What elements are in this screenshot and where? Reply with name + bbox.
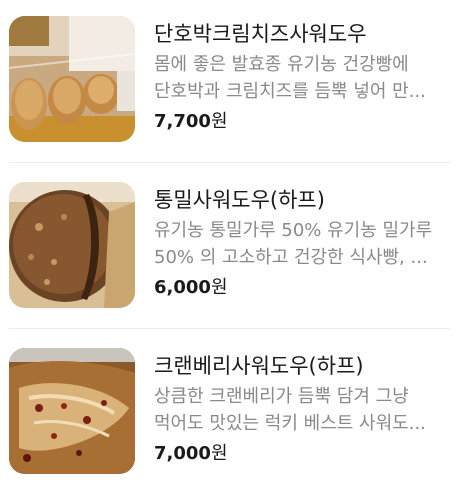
divider [9, 162, 450, 163]
description-line: 먹어도 맛있는 럭키 베스트 사워도... [154, 413, 426, 434]
product-item[interactable]: 통밀사워도우(하프) 유기농 통밀가루 50% 유기농 밀가루 50% 의 고소… [0, 182, 459, 332]
description-line: 유기농 통밀가루 50% 유기농 밀가루 [154, 220, 433, 241]
price-unit: 원 [210, 443, 228, 464]
product-item[interactable]: 크랜베리사워도우(하프) 상큼한 크랜베리가 듬뿍 담겨 그냥 먹어도 맛있는 … [0, 348, 459, 498]
product-image[interactable] [9, 182, 135, 308]
price-amount: 6,000 [154, 277, 211, 298]
wholewheat-loaf-photo-icon [9, 182, 135, 308]
product-price: 6,000원 [154, 275, 453, 301]
product-price: 7,700원 [154, 109, 453, 135]
product-name[interactable]: 크랜베리사워도우(하프) [154, 351, 453, 381]
product-description: 몸에 좋은 발효종 유기농 건강빵에 단호박과 크림치즈를 듬뿍 넣어 만... [154, 51, 453, 105]
price-amount: 7,700 [154, 111, 211, 132]
description-line: 상큼한 크랜베리가 듬뿍 담겨 그냥 [154, 386, 409, 407]
cranberry-bread-photo-icon [9, 348, 135, 474]
product-info: 통밀사워도우(하프) 유기농 통밀가루 50% 유기농 밀가루 50% 의 고소… [154, 185, 453, 301]
product-description: 유기농 통밀가루 50% 유기농 밀가루 50% 의 고소하고 건강한 식사빵,… [154, 217, 453, 271]
bread-display-photo-icon [9, 16, 135, 142]
product-item[interactable]: 단호박크림치즈사워도우 몸에 좋은 발효종 유기농 건강빵에 단호박과 크림치즈… [0, 16, 459, 166]
price-unit: 원 [210, 111, 228, 132]
product-price: 7,000원 [154, 441, 453, 467]
price-unit: 원 [210, 277, 228, 298]
product-name[interactable]: 통밀사워도우(하프) [154, 185, 453, 215]
description-line: 50% 의 고소하고 건강한 식사빵, ... [154, 247, 428, 268]
product-name[interactable]: 단호박크림치즈사워도우 [154, 19, 453, 49]
price-amount: 7,000 [154, 443, 211, 464]
product-image[interactable] [9, 348, 135, 474]
product-image[interactable] [9, 16, 135, 142]
description-line: 단호박과 크림치즈를 듬뿍 넣어 만... [154, 81, 426, 102]
product-info: 단호박크림치즈사워도우 몸에 좋은 발효종 유기농 건강빵에 단호박과 크림치즈… [154, 19, 453, 135]
description-line: 몸에 좋은 발효종 유기농 건강빵에 [154, 54, 409, 75]
product-info: 크랜베리사워도우(하프) 상큼한 크랜베리가 듬뿍 담겨 그냥 먹어도 맛있는 … [154, 351, 453, 467]
product-description: 상큼한 크랜베리가 듬뿍 담겨 그냥 먹어도 맛있는 럭키 베스트 사워도... [154, 383, 453, 437]
divider [9, 328, 450, 329]
